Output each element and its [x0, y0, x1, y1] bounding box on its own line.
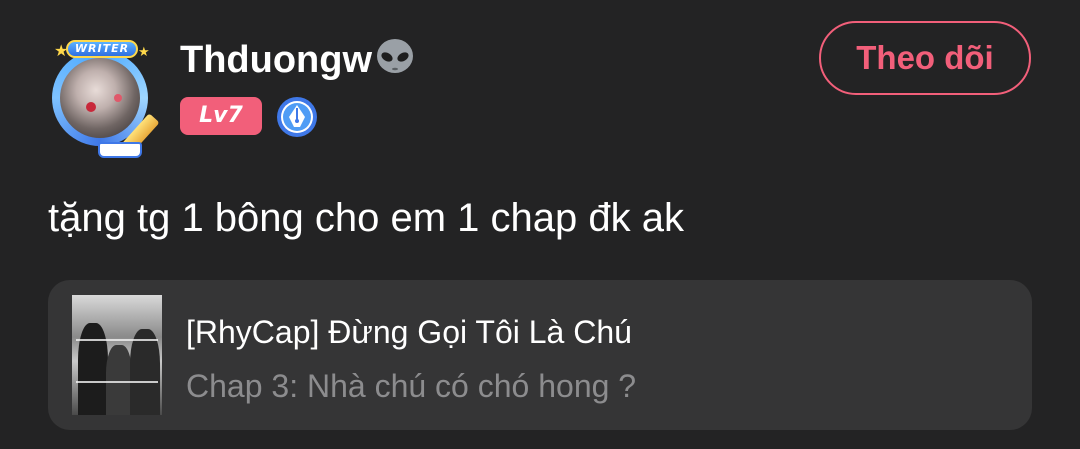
comment-text: tặng tg 1 bông cho em 1 chap đk ak — [48, 196, 684, 240]
star-icon: ★ — [138, 44, 150, 59]
story-link-card[interactable]: [RhyCap] Đừng Gọi Tôi Là Chú Chap 3: Nhà… — [48, 280, 1032, 430]
username[interactable]: Thduongw — [180, 36, 416, 84]
alien-emoji-icon — [377, 39, 414, 73]
level-badge: Lv7 — [180, 97, 262, 135]
fountain-pen-badge-icon — [277, 97, 317, 137]
writer-badge: WRITER — [66, 40, 138, 58]
book-icon — [98, 142, 142, 158]
comment-item: WRITER ★ ★ Thduongw Lv7 Theo dõi tặng tg… — [0, 0, 1080, 449]
story-cover-image — [72, 295, 162, 415]
avatar-photo — [60, 58, 140, 138]
star-icon: ★ — [54, 43, 69, 60]
follow-button[interactable]: Theo dõi — [819, 21, 1031, 95]
story-title: [RhyCap] Đừng Gọi Tôi Là Chú — [186, 314, 632, 350]
chapter-title: Chap 3: Nhà chú có chó hong ? — [186, 368, 637, 404]
user-avatar[interactable]: WRITER ★ ★ — [38, 38, 164, 158]
username-text: Thduongw — [180, 39, 373, 81]
